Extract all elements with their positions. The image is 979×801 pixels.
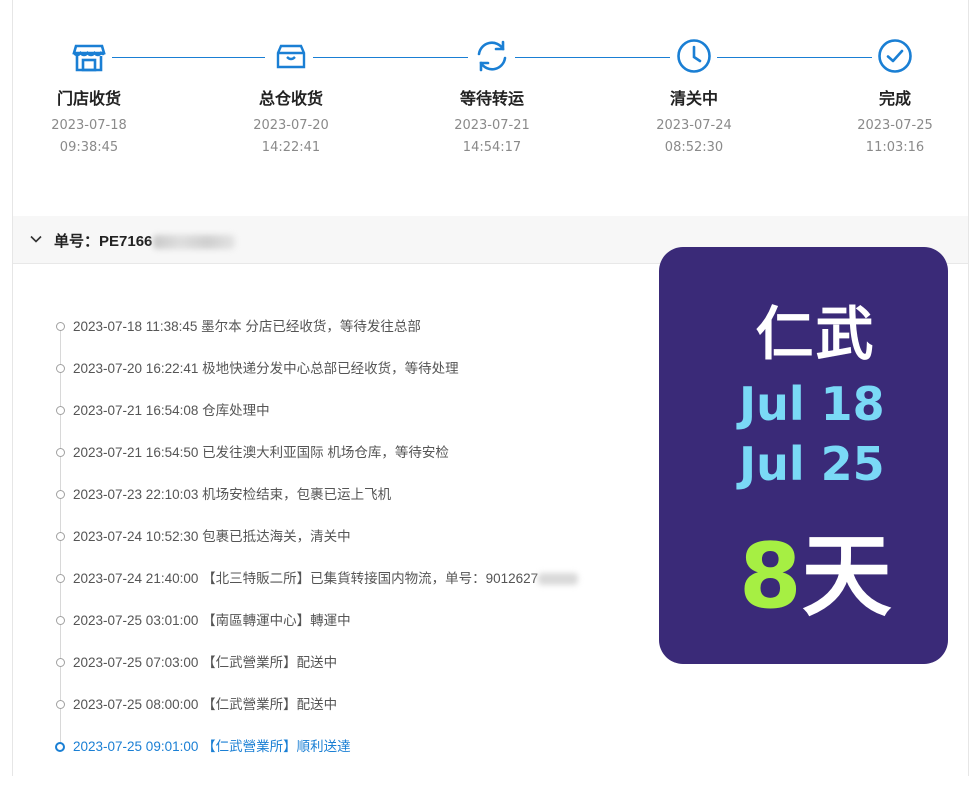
timeline-dot — [56, 406, 65, 415]
timeline-text: 2023-07-21 16:54:50 已发往澳大利亚国际 机场仓库，等待安检 — [73, 445, 449, 460]
step-customs: 清关中 2023-07-24 08:52:30 — [614, 36, 774, 159]
card-days-number: 8 — [739, 524, 802, 629]
timeline-text: 2023-07-18 11:38:45 墨尔本 分店已经收货，等待发往总部 — [73, 319, 421, 334]
box-icon — [271, 36, 311, 76]
order-number-text: 单号：PE7166 — [54, 233, 153, 250]
chevron-down-icon[interactable] — [29, 232, 43, 246]
card-place: 仁武 — [755, 300, 876, 368]
timeline-item: 2023-07-21 16:54:08 仓库处理中 — [13, 390, 653, 432]
timeline-text: 2023-07-20 16:22:41 极地快递分发中心总部已经收货，等待处理 — [73, 361, 459, 376]
step-store-received: 门店收货 2023-07-18 09:38:45 — [9, 36, 169, 159]
step-label: 清关中 — [669, 89, 718, 108]
step-date: 2023-07-20 — [253, 118, 329, 133]
timeline-item: 2023-07-25 08:00:00 【仁武營業所】配送中 — [13, 684, 653, 726]
order-number: 单号：PE7166 — [54, 230, 236, 251]
redacted-text — [538, 573, 579, 586]
timeline-item: 2023-07-21 16:54:50 已发往澳大利亚国际 机场仓库，等待安检 — [13, 432, 653, 474]
step-time: 14:54:17 — [462, 140, 522, 155]
timeline-dot — [56, 322, 65, 331]
step-time: 09:38:45 — [59, 140, 119, 155]
step-time: 14:22:41 — [261, 140, 321, 155]
step-date: 2023-07-21 — [454, 118, 530, 133]
timeline-item: 2023-07-23 22:10:03 机场安检结束，包裹已运上飞机 — [13, 474, 653, 516]
step-date: 2023-07-25 — [857, 118, 933, 133]
timeline-text: 2023-07-24 10:52:30 包裹已抵达海关，清关中 — [73, 529, 351, 544]
timeline-text: 2023-07-24 21:40:00 【北三特販二所】已集貨转接国内物流，单号… — [73, 571, 539, 586]
timeline-dot — [56, 616, 65, 625]
step-warehouse-received: 总仓收货 2023-07-20 14:22:41 — [211, 36, 371, 159]
redacted-text — [153, 235, 236, 250]
store-icon — [69, 36, 109, 76]
timeline-dot — [56, 490, 65, 499]
card-days: 8天 — [739, 527, 892, 627]
clock-icon — [674, 36, 714, 76]
timeline-dot — [56, 700, 65, 709]
card-date-start: Jul 18 — [739, 377, 885, 431]
timeline-text: 2023-07-25 08:00:00 【仁武營業所】配送中 — [73, 697, 338, 712]
timeline-dot — [56, 532, 65, 541]
timeline-item: 2023-07-25 03:01:00 【南區轉運中心】轉運中 — [13, 600, 653, 642]
timeline-item-current: 2023-07-25 09:01:00 【仁武營業所】順利送達 — [13, 726, 653, 768]
step-time: 11:03:16 — [865, 140, 925, 155]
step-date: 2023-07-18 — [51, 118, 127, 133]
timeline-dot — [56, 448, 65, 457]
tracking-timeline: 2023-07-18 11:38:45 墨尔本 分店已经收货，等待发往总部 20… — [13, 306, 653, 768]
timeline-item: 2023-07-25 07:03:00 【仁武營業所】配送中 — [13, 642, 653, 684]
step-label: 等待转运 — [459, 89, 524, 108]
progress-steps: 门店收货 2023-07-18 09:38:45 总仓收货 2023-07-20… — [13, 0, 968, 215]
timeline-text: 2023-07-23 22:10:03 机场安检结束，包裹已运上飞机 — [73, 487, 392, 502]
step-label: 总仓收货 — [258, 89, 323, 108]
timeline-text: 2023-07-25 07:03:00 【仁武營業所】配送中 — [73, 655, 338, 670]
step-label: 门店收货 — [56, 89, 121, 108]
step-date: 2023-07-24 — [656, 118, 732, 133]
card-date-end: Jul 25 — [739, 437, 885, 491]
refresh-icon — [472, 36, 512, 76]
step-complete: 完成 2023-07-25 11:03:16 — [815, 36, 975, 159]
timeline-text: 2023-07-21 16:54:08 仓库处理中 — [73, 403, 270, 418]
timeline-dot — [56, 658, 65, 667]
timeline-item: 2023-07-24 10:52:30 包裹已抵达海关，清关中 — [13, 516, 653, 558]
check-circle-icon — [875, 36, 915, 76]
card-days-unit: 天 — [801, 524, 892, 629]
step-awaiting-transit: 等待转运 2023-07-21 14:54:17 — [412, 36, 572, 159]
timeline-dot — [56, 574, 65, 583]
step-time: 08:52:30 — [664, 140, 724, 155]
timeline-item: 2023-07-24 21:40:00 【北三特販二所】已集貨转接国内物流，单号… — [13, 558, 653, 600]
timeline-item: 2023-07-18 11:38:45 墨尔本 分店已经收货，等待发往总部 — [13, 306, 653, 348]
timeline-dot — [55, 742, 65, 752]
timeline-text: 2023-07-25 09:01:00 【仁武營業所】順利送達 — [73, 739, 351, 754]
delivery-summary-card: 仁武 Jul 18 Jul 25 8天 — [659, 247, 948, 664]
timeline-text: 2023-07-25 03:01:00 【南區轉運中心】轉運中 — [73, 613, 351, 628]
step-label: 完成 — [878, 89, 911, 108]
timeline-dot — [56, 364, 65, 373]
timeline-item: 2023-07-20 16:22:41 极地快递分发中心总部已经收货，等待处理 — [13, 348, 653, 390]
